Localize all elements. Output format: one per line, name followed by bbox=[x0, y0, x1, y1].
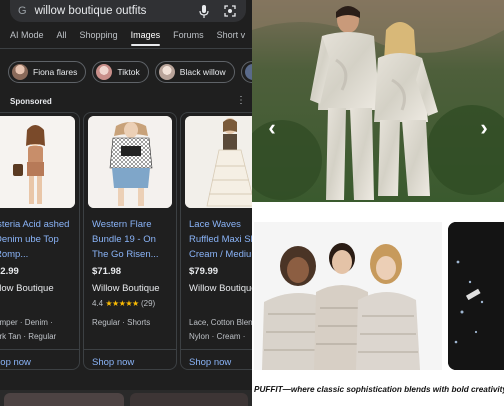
result-thumbnail[interactable] bbox=[4, 393, 124, 406]
chip-tiktok[interactable]: Tiktok bbox=[92, 61, 149, 83]
chip-thumbnail bbox=[244, 64, 252, 80]
product-card[interactable]: isteria Acid ashed Denim ube Top Romp...… bbox=[0, 112, 80, 370]
product-store: Willow Boutique bbox=[189, 283, 252, 294]
card-divider bbox=[181, 349, 252, 350]
chip-partial[interactable] bbox=[240, 61, 252, 83]
image-caption: PUFFIT—where classic sophistication blen… bbox=[254, 385, 504, 394]
search-results-panel: G willow boutique outfits AI Mode All Sh… bbox=[0, 0, 252, 406]
related-chips: Fiona flares Tiktok Black willow bbox=[8, 61, 252, 83]
shop-now-link[interactable]: Shop now bbox=[92, 357, 134, 368]
tab-all[interactable]: All bbox=[57, 30, 67, 46]
attr-line: Lace, Cotton Blen bbox=[189, 318, 252, 327]
more-vert-icon[interactable]: ⋮ bbox=[236, 95, 246, 106]
tab-images[interactable]: Images bbox=[130, 30, 160, 46]
product-title[interactable]: isteria Acid ashed Denim ube Top Romp... bbox=[0, 217, 77, 262]
product-image[interactable] bbox=[88, 116, 172, 208]
tabs-divider bbox=[0, 48, 252, 49]
chip-thumbnail bbox=[12, 64, 28, 80]
product-attributes: omper · Denim · ark Tan · Regular bbox=[0, 316, 79, 344]
chip-black-willow[interactable]: Black willow bbox=[154, 61, 235, 83]
product-image[interactable] bbox=[0, 116, 75, 208]
product-price: $71.98 bbox=[92, 266, 122, 277]
chip-label: Fiona flares bbox=[33, 67, 78, 77]
chevron-left-icon[interactable]: ‹ bbox=[262, 117, 282, 139]
product-price: $79.99 bbox=[189, 266, 219, 277]
product-card[interactable]: Western Flare Bundle 19 - On The Go Rise… bbox=[83, 112, 177, 370]
sponsored-label: Sponsored bbox=[10, 97, 52, 106]
chip-label: Tiktok bbox=[117, 67, 140, 77]
product-attributes: Regular · Shorts bbox=[92, 316, 176, 330]
google-g-icon: G bbox=[18, 5, 27, 17]
chevron-right-icon[interactable]: › bbox=[474, 117, 494, 139]
product-image[interactable] bbox=[185, 116, 252, 208]
hero-image[interactable]: ‹ › bbox=[252, 0, 504, 202]
product-card[interactable]: Lace Waves Ruffled Maxi Sk Cream / Mediu… bbox=[180, 112, 252, 370]
attr-line: Nylon · Cream · bbox=[189, 332, 246, 341]
search-tabs: AI Mode All Shopping Images Forums Short… bbox=[10, 30, 245, 46]
attr-line: ark Tan · Regular bbox=[0, 332, 57, 341]
image-viewer-panel: ‹ › PUFFIT—where classic sophistication … bbox=[252, 0, 504, 406]
next-results-strip bbox=[0, 390, 252, 406]
related-image[interactable] bbox=[254, 222, 442, 370]
product-title[interactable]: Lace Waves Ruffled Maxi Sk Cream / Mediu bbox=[189, 217, 252, 262]
card-divider bbox=[0, 349, 79, 350]
mic-icon[interactable] bbox=[196, 3, 212, 19]
rating-value: 4.4 bbox=[92, 299, 104, 308]
shop-now-link[interactable]: Shop now bbox=[189, 357, 231, 368]
chip-thumbnail bbox=[158, 64, 175, 80]
product-store: illow Boutique bbox=[0, 283, 54, 294]
product-title[interactable]: Western Flare Bundle 19 - On The Go Rise… bbox=[92, 217, 174, 262]
attr-line: Regular · Shorts bbox=[92, 318, 151, 327]
chip-fiona-flares[interactable]: Fiona flares bbox=[8, 61, 87, 83]
result-thumbnail[interactable] bbox=[130, 393, 248, 406]
product-store: Willow Boutique bbox=[92, 283, 160, 294]
product-attributes: Lace, Cotton Blen Nylon · Cream · bbox=[189, 316, 252, 344]
star-rating-icon: ★★★★★ bbox=[105, 299, 139, 308]
search-bar[interactable]: G willow boutique outfits bbox=[10, 0, 246, 22]
tab-ai-mode[interactable]: AI Mode bbox=[10, 30, 44, 46]
rating-count: (29) bbox=[140, 299, 156, 308]
attr-line: omper · Denim · bbox=[0, 318, 53, 327]
lens-icon[interactable] bbox=[222, 3, 238, 19]
search-input[interactable]: willow boutique outfits bbox=[35, 5, 186, 17]
related-image[interactable] bbox=[448, 222, 504, 370]
caption-text: —where classic sophistication blends wit… bbox=[282, 385, 504, 394]
tab-forums[interactable]: Forums bbox=[173, 30, 204, 46]
tab-shopping[interactable]: Shopping bbox=[80, 30, 118, 46]
product-price: 72.99 bbox=[0, 266, 19, 277]
tab-short-videos[interactable]: Short v bbox=[217, 30, 246, 46]
shop-now-link[interactable]: hop now bbox=[0, 357, 31, 368]
chip-thumbnail bbox=[96, 64, 113, 80]
chip-label: Black willow bbox=[179, 67, 226, 77]
caption-brand: PUFFIT bbox=[254, 385, 283, 394]
card-divider bbox=[84, 349, 176, 350]
product-rating: 4.4 ★★★★★ (29) bbox=[92, 299, 155, 308]
